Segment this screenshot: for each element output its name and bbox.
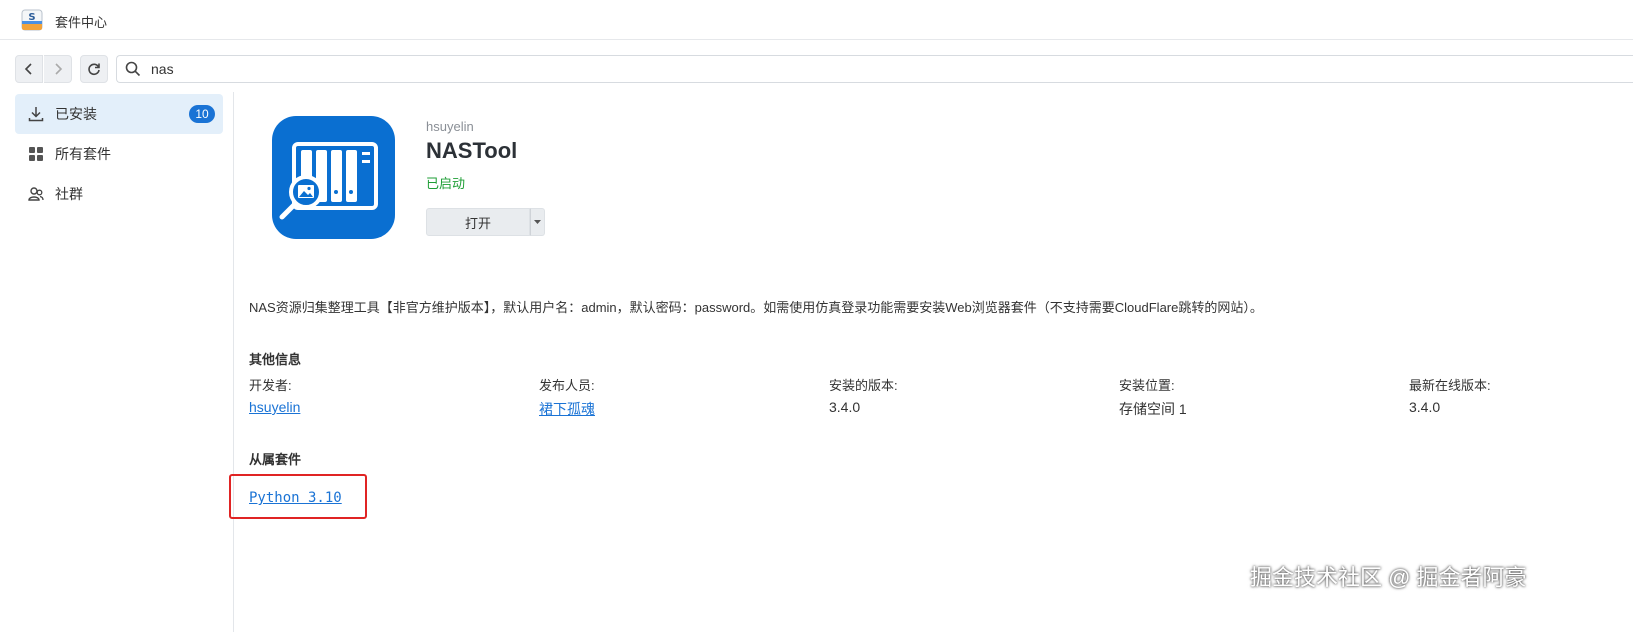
refresh-icon (88, 63, 100, 76)
sidebar-item-installed[interactable]: 已安装 10 (15, 94, 223, 134)
package-name: NASTool (426, 138, 518, 163)
refresh-button[interactable] (80, 55, 108, 83)
community-icon (27, 185, 45, 203)
package-center-icon: S (21, 9, 43, 31)
grid-icon (27, 145, 45, 163)
package-description: NAS资源归集整理工具【非官方维护版本】，默认用户名：admin，默认密码：pa… (249, 300, 1263, 315)
info-latest-version: 最新在线版本: 3.4.0 (1409, 375, 1491, 415)
nastool-app-icon (272, 116, 395, 239)
caret-down-icon (534, 220, 541, 224)
info-label: 最新在线版本: (1409, 378, 1491, 393)
info-developer: 开发者: hsuyelin (249, 375, 300, 415)
dependencies-title: 从属套件 (249, 452, 302, 467)
info-install-location: 安装位置: 存储空间 1 (1119, 375, 1187, 419)
dependency-link[interactable]: Python 3.10 (249, 490, 342, 506)
download-icon (27, 105, 45, 123)
info-label: 开发者: (249, 378, 292, 393)
package-developer: hsuyelin (426, 119, 474, 134)
open-button[interactable]: 打开 (426, 208, 530, 236)
sidebar-item-label: 已安装 (55, 106, 97, 122)
toolbar (0, 40, 1633, 92)
publisher-link[interactable]: 裙下孤魂 (539, 399, 595, 419)
info-label: 发布人员: (539, 378, 595, 393)
package-detail: hsuyelin NASTool 已启动 打开 NAS资源归集整理工具【非官方维… (229, 92, 1633, 632)
search-input[interactable] (151, 61, 751, 77)
info-label: 安装位置: (1119, 378, 1175, 393)
info-label: 安装的版本: (829, 378, 898, 393)
sidebar: 已安装 10 所有套件 社群 (0, 92, 234, 632)
sidebar-item-all-packages[interactable]: 所有套件 (15, 134, 223, 174)
info-publisher: 发布人员: 裙下孤魂 (539, 375, 595, 419)
sidebar-item-label: 社群 (55, 186, 83, 202)
sidebar-item-label: 所有套件 (55, 146, 111, 162)
other-info-title: 其他信息 (249, 352, 302, 367)
info-installed-version: 安装的版本: 3.4.0 (829, 375, 898, 415)
open-menu-button[interactable] (530, 208, 545, 236)
search-box[interactable] (116, 55, 1633, 83)
back-button[interactable] (15, 55, 43, 83)
latest-version-value: 3.4.0 (1409, 399, 1441, 415)
sidebar-item-community[interactable]: 社群 (15, 174, 223, 214)
developer-link[interactable]: hsuyelin (249, 399, 300, 415)
search-icon (125, 61, 141, 77)
window-title: 套件中心 (55, 15, 108, 30)
svg-text:S: S (28, 12, 35, 23)
title-bar: S 套件中心 (0, 0, 1633, 40)
forward-button[interactable] (44, 55, 72, 83)
chevron-right-icon (54, 63, 62, 75)
chevron-left-icon (24, 63, 32, 75)
package-status: 已启动 (426, 176, 466, 191)
install-location-value: 存储空间 1 (1119, 401, 1187, 417)
watermark: 掘金技术社区 @ 掘金者阿豪 (1250, 565, 1527, 590)
installed-version-value: 3.4.0 (829, 399, 861, 415)
count-badge: 10 (189, 105, 215, 123)
